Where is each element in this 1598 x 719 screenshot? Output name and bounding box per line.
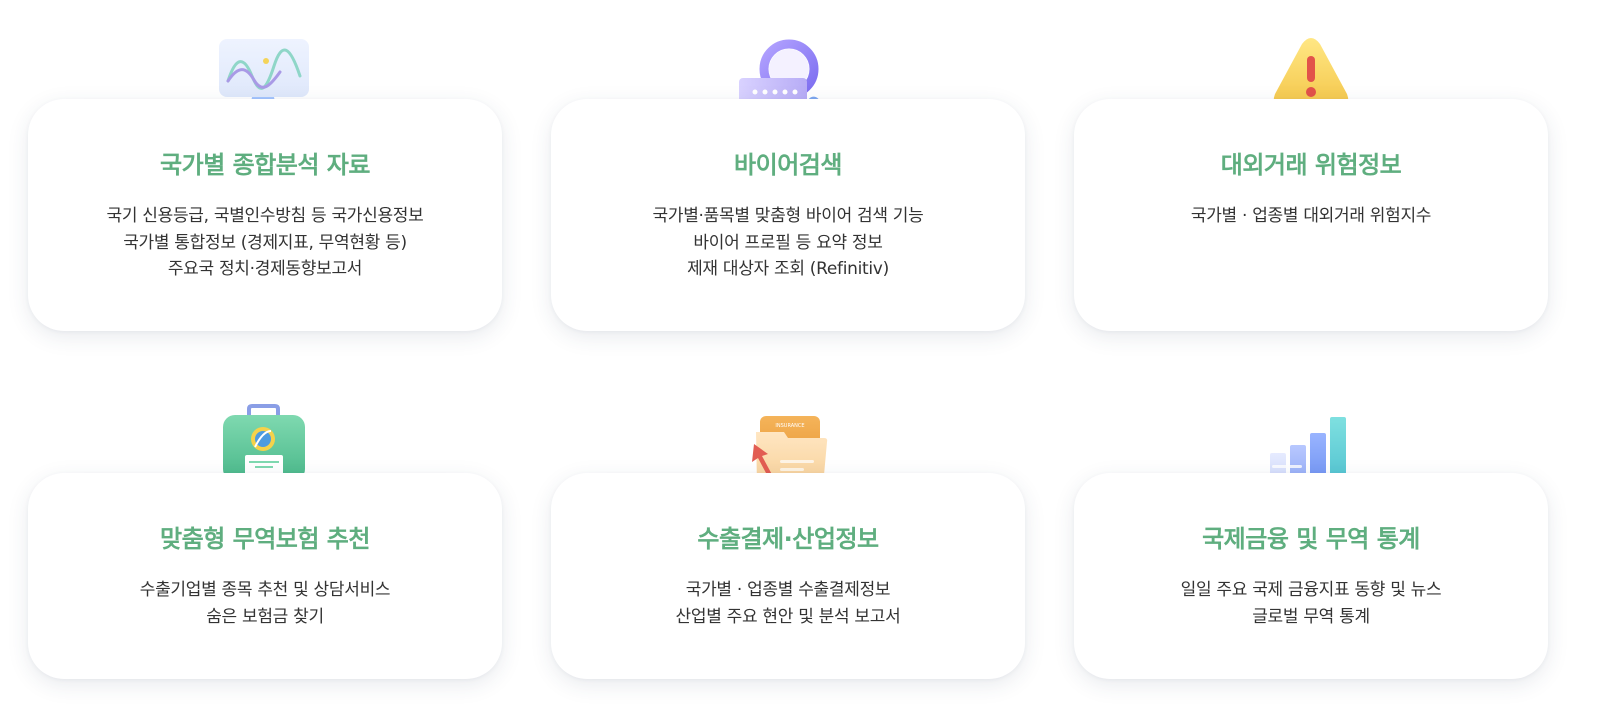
card-title: 국가별 종합분석 자료 <box>160 151 370 179</box>
card-description: 국기 신용등급, 국별인수방침 등 국가신용정보 국가별 통합정보 (경제지표,… <box>38 203 492 283</box>
card-title: 대외거래 위험정보 <box>1220 151 1402 179</box>
card-desc-line: 국가별 통합정보 (경제지표, 무역현황 등) <box>123 232 407 253</box>
folder-tab-label: INSURANCE <box>775 423 804 429</box>
card-title: 바이어검색 <box>734 151 842 179</box>
card-description: 국가별 · 업종별 수출결제정보 산업별 주요 현안 및 분석 보고서 <box>561 577 1015 630</box>
card-export-payment-industry[interactable]: 수출결제·산업정보 국가별 · 업종별 수출결제정보 산업별 주요 현안 및 분… <box>551 473 1025 679</box>
card-title: 맞춤형 무역보험 추천 <box>160 525 370 553</box>
card-desc-line: 국가별 · 업종별 대외거래 위험지수 <box>1190 206 1432 226</box>
card-desc-line: 국가별·품목별 맞춤형 바이어 검색 기능 <box>652 206 924 226</box>
card-country-analysis[interactable]: 국가별 종합분석 자료 국기 신용등급, 국별인수방침 등 국가신용정보 국가별… <box>28 99 502 331</box>
card-insurance-recommendation[interactable]: 맞춤형 무역보험 추천 수출기업별 종목 추천 및 상담서비스 숨은 보험금 찾… <box>28 473 502 679</box>
card-description: 일일 주요 국제 금융지표 동향 및 뉴스 글로벌 무역 통계 <box>1084 577 1538 630</box>
card-desc-line: 일일 주요 국제 금융지표 동향 및 뉴스 <box>1180 580 1442 600</box>
card-desc-line: 제재 대상자 조회 (Refinitiv) <box>687 259 889 279</box>
card-desc-line: 국가별 · 업종별 수출결제정보 <box>685 580 891 600</box>
card-desc-line: 숨은 보험금 찾기 <box>206 606 324 627</box>
card-desc-line: 주요국 정치·경제동향보고서 <box>167 259 363 279</box>
card-desc-line: 바이어 프로필 등 요약 정보 <box>693 232 883 253</box>
card-description: 수출기업별 종목 추천 및 상담서비스 숨은 보험금 찾기 <box>38 577 492 630</box>
card-title: 국제금융 및 무역 통계 <box>1202 525 1420 553</box>
card-desc-line: 산업별 주요 현안 및 분석 보고서 <box>675 606 901 627</box>
card-desc-line: 글로벌 무역 통계 <box>1252 606 1370 627</box>
card-trade-risk[interactable]: 대외거래 위험정보 국가별 · 업종별 대외거래 위험지수 <box>1074 99 1548 331</box>
card-buyer-search[interactable]: 바이어검색 국가별·품목별 맞춤형 바이어 검색 기능 바이어 프로필 등 요약… <box>551 99 1025 331</box>
card-description: 국가별·품목별 맞춤형 바이어 검색 기능 바이어 프로필 등 요약 정보 제재… <box>561 203 1015 283</box>
service-card-grid: 국가별 종합분석 자료 국기 신용등급, 국별인수방침 등 국가신용정보 국가별… <box>0 0 1598 719</box>
card-desc-line: 국기 신용등급, 국별인수방침 등 국가신용정보 <box>106 206 424 226</box>
card-finance-trade-stats[interactable]: 국제금융 및 무역 통계 일일 주요 국제 금융지표 동향 및 뉴스 글로벌 무… <box>1074 473 1548 679</box>
card-desc-line: 수출기업별 종목 추천 및 상담서비스 <box>139 580 391 600</box>
card-description: 국가별 · 업종별 대외거래 위험지수 <box>1084 203 1538 230</box>
card-title: 수출결제·산업정보 <box>697 525 879 553</box>
